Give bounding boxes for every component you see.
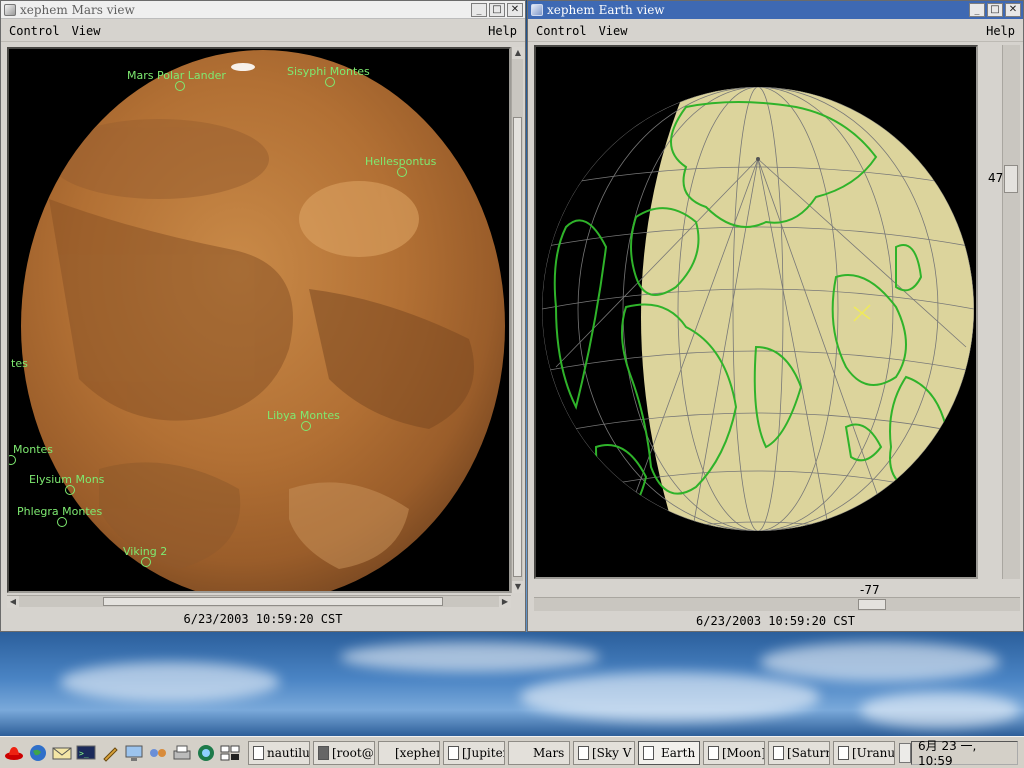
scroll-up-arrow[interactable]: ▲ [512, 47, 524, 59]
mars-vertical-scrollbar[interactable]: ▲ ▼ [511, 47, 524, 593]
minimize-button[interactable]: _ [471, 2, 487, 17]
task-button[interactable]: [xephen [378, 740, 440, 765]
task-button[interactable]: [root@lo [313, 740, 375, 765]
globe-icon[interactable] [28, 743, 48, 763]
menu-help[interactable]: Help [488, 24, 517, 38]
feature-marker[interactable] [175, 81, 185, 91]
edit-icon[interactable] [100, 743, 120, 763]
mars-window-titlebar[interactable]: xephem Mars view _ □ ✕ [1, 1, 525, 19]
polar-cap [231, 63, 255, 71]
task-button[interactable]: [Uranus [833, 740, 895, 765]
network-icon[interactable] [148, 743, 168, 763]
feature-marker[interactable] [325, 77, 335, 87]
close-button[interactable]: ✕ [507, 2, 523, 17]
window-icon [578, 745, 589, 760]
earth-view-window: xephem Earth view _ □ ✕ Control View Hel… [527, 0, 1024, 632]
longitude-slider-thumb[interactable] [858, 599, 886, 610]
terminal-icon[interactable]: >_ [76, 743, 96, 763]
window-icon [643, 745, 654, 760]
window-icon [773, 745, 784, 760]
window-menu-icon[interactable] [4, 3, 16, 16]
window-icon [708, 745, 719, 760]
longitude-slider[interactable] [534, 597, 1020, 611]
earth-globe-view[interactable] [534, 45, 978, 579]
task-button-active[interactable]: Earth [638, 740, 700, 765]
menu-control[interactable]: Control [536, 24, 587, 38]
apps-icon[interactable] [220, 743, 240, 763]
menu-help[interactable]: Help [986, 24, 1015, 38]
pager-widget[interactable] [899, 742, 911, 763]
menu-view[interactable]: View [72, 24, 101, 38]
feature-marker[interactable] [141, 557, 151, 567]
task-button[interactable]: nautilus [248, 740, 310, 765]
task-button[interactable]: Mars [508, 740, 570, 765]
earth-window-titlebar[interactable]: xephem Earth view _ □ ✕ [528, 1, 1023, 19]
window-title: xephem Earth view [547, 3, 665, 17]
window-icon [253, 745, 264, 760]
feature-label: Mars Polar Lander [127, 69, 226, 82]
task-button[interactable]: [Jupiter [443, 740, 505, 765]
earth-status-time: 6/23/2003 10:59:20 CST [696, 614, 855, 628]
earth-menubar: Control View Help [528, 20, 1023, 42]
maximize-button[interactable]: □ [987, 3, 1003, 17]
menu-control[interactable]: Control [9, 24, 60, 38]
printer-icon[interactable] [172, 743, 192, 763]
scrollbar-thumb[interactable] [513, 117, 522, 577]
close-button[interactable]: ✕ [1005, 3, 1021, 17]
feature-marker[interactable] [301, 421, 311, 431]
longitude-value: -77 [860, 583, 880, 597]
window-icon [838, 745, 849, 760]
monitor-icon[interactable] [124, 743, 144, 763]
scroll-right-arrow[interactable]: ▶ [499, 596, 511, 608]
svg-text:>_: >_ [79, 749, 89, 758]
mars-globe-view[interactable]: Mars Polar Lander Sisyphi Montes Hellesp… [7, 47, 511, 593]
mars-horizontal-scrollbar[interactable]: ◀ ▶ [7, 595, 511, 608]
latitude-slider-thumb[interactable] [1004, 165, 1018, 193]
taskbar: >_ nautilus [root@lo [xephen [Jupiter Ma… [0, 736, 1024, 768]
mars-menubar: Control View Help [1, 20, 525, 42]
desktop-background [0, 632, 1024, 736]
feature-label: Phlegra Montes [17, 505, 103, 518]
scroll-left-arrow[interactable]: ◀ [7, 596, 19, 608]
task-button[interactable]: [Moon] [703, 740, 765, 765]
task-button[interactable]: [Sky V [573, 740, 635, 765]
earth-globe [542, 87, 974, 531]
feature-marker[interactable] [397, 167, 407, 177]
feature-label: tes [11, 357, 28, 370]
redhat-icon[interactable] [4, 743, 24, 763]
mars-status-time: 6/23/2003 10:59:20 CST [183, 612, 343, 626]
window-menu-icon[interactable] [531, 4, 543, 16]
window-icon [448, 745, 459, 760]
scroll-down-arrow[interactable]: ▼ [512, 581, 524, 593]
mail-icon[interactable] [52, 743, 72, 763]
latitude-slider[interactable] [1002, 45, 1020, 579]
feature-label: Montes [13, 443, 54, 456]
clock[interactable]: 6月 23 一, 10:59 [911, 739, 1018, 768]
feature-marker[interactable] [65, 485, 75, 495]
minimize-button[interactable]: _ [969, 3, 985, 17]
web-icon[interactable] [196, 743, 216, 763]
feature-label: Libya Montes [267, 409, 340, 422]
terminal-window-icon [318, 745, 329, 760]
task-button[interactable]: [Saturn] [768, 740, 830, 765]
latitude-value: 47 [988, 171, 1004, 185]
maximize-button[interactable]: □ [489, 2, 505, 17]
scrollbar-thumb[interactable] [103, 597, 443, 606]
feature-marker[interactable] [57, 517, 67, 527]
mars-view-window: xephem Mars view _ □ ✕ Control View Help [0, 0, 526, 632]
menu-view[interactable]: View [599, 24, 628, 38]
window-title: xephem Mars view [20, 2, 135, 17]
feature-label: Elysium Mons [29, 473, 105, 486]
